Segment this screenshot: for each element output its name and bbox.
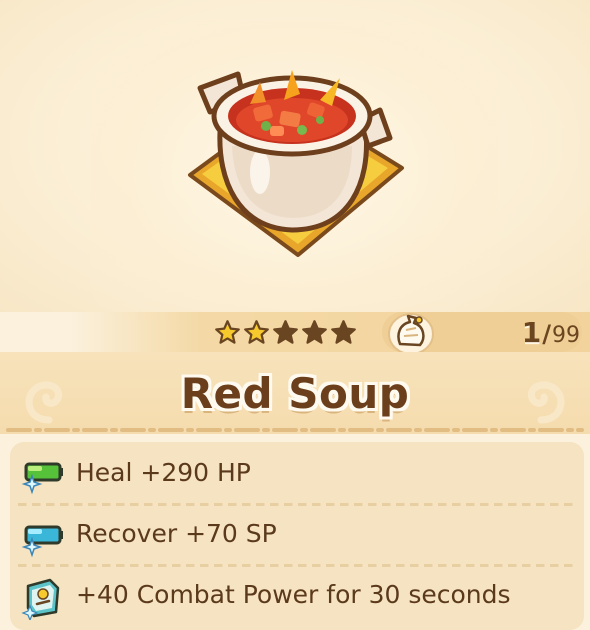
inventory-count-owned: 1 (521, 316, 542, 349)
row-divider (18, 503, 576, 506)
bag-icon (388, 313, 434, 355)
sp-potion-icon (21, 525, 63, 558)
effect-row-recover: Recover +70 SP (10, 507, 584, 565)
star-empty-icon (302, 319, 327, 344)
item-name: Red Soup (180, 369, 410, 418)
star-empty-icon (273, 319, 298, 344)
title-divider (6, 428, 584, 432)
rarity-stars (214, 316, 357, 348)
star-filled-icon (244, 319, 269, 344)
effect-text: Heal +290 HP (76, 458, 251, 487)
inventory-count-max: 99 (552, 323, 580, 348)
effect-text: +40 Combat Power for 30 seconds (76, 580, 511, 609)
red-soup-pot-icon (188, 70, 404, 257)
star-empty-icon (331, 319, 356, 344)
combat-power-icon (21, 578, 60, 620)
inventory-count: 1 / 99 (470, 312, 580, 352)
effect-row-combat-power: +40 Combat Power for 30 seconds (10, 568, 584, 626)
effect-row-heal: Heal +290 HP (10, 446, 584, 504)
star-filled-icon (215, 319, 240, 344)
row-divider (18, 564, 576, 567)
effect-text: Recover +70 SP (76, 519, 277, 548)
inventory-count-separator: / (542, 320, 551, 348)
hp-potion-icon (21, 462, 63, 495)
